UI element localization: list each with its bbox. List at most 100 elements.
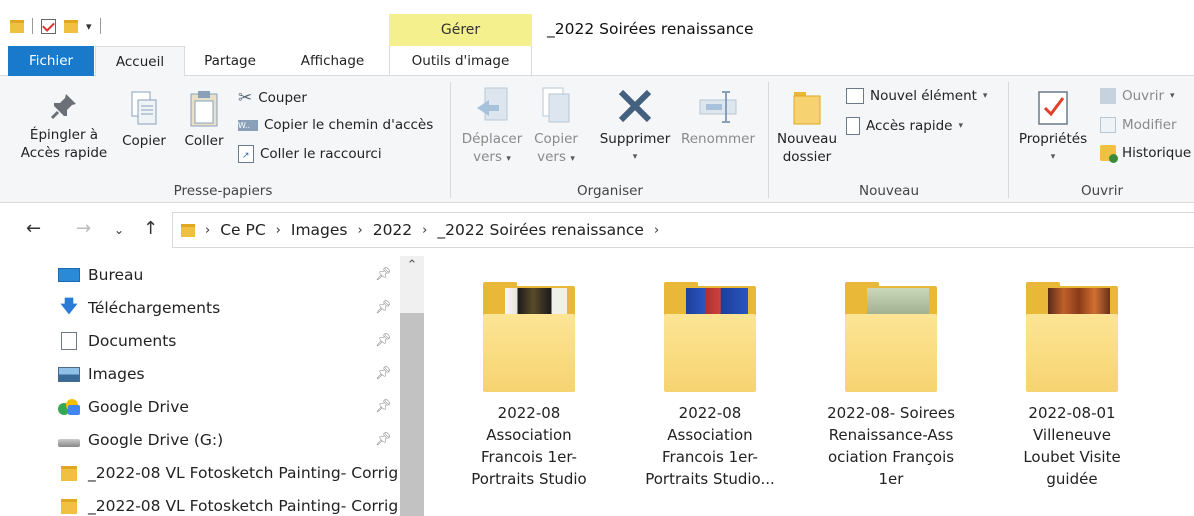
copy-button[interactable]: Copier — [115, 90, 173, 150]
delete-button[interactable]: Supprimer ▾ — [594, 86, 676, 166]
back-arrow-icon[interactable]: ← — [26, 218, 41, 239]
pin-quick-access-button[interactable]: Épingler à Accès rapide — [14, 90, 114, 162]
breadcrumb-separator-icon[interactable]: › — [422, 223, 427, 238]
nav-item-pictures[interactable]: Images — [58, 359, 400, 389]
tab-picture-tools[interactable]: Outils d'image — [389, 46, 532, 76]
folder-item[interactable]: 2022-08-01 Villeneuve Loubet Visite guid… — [996, 282, 1148, 490]
paste-button[interactable]: Coller — [176, 90, 232, 150]
edit-label: Modifier — [1122, 117, 1177, 133]
window-title: _2022 Soirées renaissance — [547, 20, 754, 38]
cut-button[interactable]: ✂ Couper — [238, 88, 307, 108]
nav-item-desktop[interactable]: Bureau — [58, 260, 400, 290]
pin-label-2: Accès rapide — [20, 145, 108, 161]
folder-name-line: 2022-08- Soirees — [827, 404, 955, 422]
nav-item-documents[interactable]: Documents — [58, 326, 400, 356]
address-bar[interactable]: › Ce PC › Images › 2022 › _2022 Soirées … — [172, 212, 1194, 248]
group-separator — [450, 82, 451, 198]
open-label: Ouvrir — [1122, 88, 1165, 104]
new-folder-label-1: Nouveau — [776, 131, 838, 147]
properties-icon — [1038, 91, 1068, 125]
scrollbar-thumb[interactable] — [400, 313, 424, 516]
google-drive-icon — [58, 399, 80, 415]
move-to-button[interactable]: Déplacer vers ▾ — [458, 86, 526, 168]
nav-item-folder[interactable]: _2022-08 VL Fotosketch Painting- Corrig — [58, 491, 400, 516]
navigation-bar: ← → ⌄ ↑ › Ce PC › Images › 2022 › _2022 … — [0, 210, 1194, 248]
open-button[interactable]: Ouvrir ▾ — [1100, 88, 1175, 104]
pin-icon[interactable]: 📌︎ — [375, 366, 392, 381]
folder-front-icon — [845, 314, 937, 392]
title-bar: ▾ Gérer _2022 Soirées renaissance — [0, 0, 1194, 46]
rename-button[interactable]: Renommer — [678, 86, 758, 148]
copy-to-button[interactable]: Copier vers ▾ — [528, 86, 584, 168]
copy-path-button[interactable]: W.. Copier le chemin d'accès — [238, 117, 433, 133]
open-icon — [1100, 88, 1116, 104]
breadcrumb-separator-icon[interactable]: › — [276, 223, 281, 238]
folder-thumbnail — [845, 282, 937, 392]
history-label: Historique — [1122, 145, 1192, 161]
pin-icon[interactable]: 📌︎ — [375, 432, 392, 447]
ribbon-tabs: Fichier Accueil Partage Affichage Outils… — [0, 46, 1194, 77]
up-arrow-icon[interactable]: ↑ — [143, 218, 158, 239]
move-to-icon — [477, 87, 508, 121]
tab-view[interactable]: Affichage — [285, 46, 380, 76]
folder-name-line: Association — [486, 426, 572, 444]
contextual-tab-manage: Gérer — [389, 14, 532, 46]
folder-item[interactable]: 2022-08 Association Francois 1er- Portra… — [453, 282, 605, 490]
folder-thumbnail — [483, 282, 575, 392]
properties-button[interactable]: Propriétés ▾ — [1014, 86, 1092, 166]
nav-item-label: Téléchargements — [88, 299, 221, 317]
breadcrumb-images[interactable]: Images — [291, 221, 348, 239]
folder-icon — [61, 465, 77, 481]
tab-home[interactable]: Accueil — [95, 46, 185, 77]
edit-button[interactable]: Modifier — [1100, 117, 1177, 133]
breadcrumb-separator-icon[interactable]: › — [205, 223, 210, 238]
copy-icon — [131, 91, 157, 125]
folder-name-line: Francois 1er- — [481, 448, 577, 466]
recent-locations-chevron-icon[interactable]: ⌄ — [114, 223, 124, 237]
chevron-down-icon: ▾ — [958, 121, 964, 131]
nav-item-google-drive[interactable]: Google Drive — [58, 392, 400, 422]
nav-item-folder[interactable]: _2022-08 VL Fotosketch Painting- Corrig — [58, 458, 400, 488]
tab-share[interactable]: Partage — [190, 46, 270, 76]
folder-item[interactable]: 2022-08 Association Francois 1er- Portra… — [634, 282, 786, 490]
nav-item-label: Documents — [88, 332, 177, 350]
pin-icon — [50, 94, 76, 120]
nav-item-downloads[interactable]: 🡇 Téléchargements — [58, 293, 400, 323]
pin-icon[interactable]: 📌︎ — [375, 300, 392, 315]
folder-name-line: Portraits Studio — [471, 470, 587, 488]
pin-icon[interactable]: 📌︎ — [375, 267, 392, 282]
folder-item[interactable]: 2022-08- Soirees Renaissance-Ass ociatio… — [815, 282, 967, 490]
download-icon: 🡇 — [60, 296, 78, 317]
move-to-label-2: vers — [473, 149, 503, 165]
paste-shortcut-label: Coller le raccourci — [260, 146, 382, 162]
properties-check-icon[interactable] — [41, 18, 56, 34]
breadcrumb-this-pc[interactable]: Ce PC — [220, 221, 265, 239]
history-button[interactable]: Historique — [1100, 145, 1192, 163]
breadcrumb-current-folder[interactable]: _2022 Soirées renaissance — [437, 221, 644, 239]
new-group: Nouveau dossier Nouvel élément ▾ Accès r… — [770, 76, 1008, 203]
forward-arrow-icon[interactable]: → — [76, 218, 91, 239]
nav-item-label: Google Drive — [88, 398, 189, 416]
folder-name-line: Renaissance-Ass — [828, 426, 954, 444]
customize-toolbar-dropdown-icon[interactable]: ▾ — [86, 20, 92, 33]
nav-item-google-drive-g[interactable]: Google Drive (G:) — [58, 425, 400, 455]
breadcrumb-separator-icon[interactable]: › — [358, 223, 363, 238]
quick-access-button[interactable]: Accès rapide ▾ — [846, 117, 963, 135]
tab-file[interactable]: Fichier — [8, 46, 94, 76]
paste-shortcut-button[interactable]: ↗ Coller le raccourci — [238, 145, 382, 163]
paste-shortcut-icon: ↗ — [238, 145, 254, 163]
new-item-button[interactable]: Nouvel élément ▾ — [846, 88, 987, 104]
move-to-label-1: Déplacer — [461, 131, 523, 147]
folder-thumbnail — [664, 282, 756, 392]
pin-icon[interactable]: 📌︎ — [375, 333, 392, 348]
folder-name-line: Francois 1er- — [662, 448, 758, 466]
folder-front-icon — [483, 314, 575, 392]
breadcrumb-2022[interactable]: 2022 — [373, 221, 412, 239]
scroll-up-chevron-icon[interactable]: ⌃ — [400, 258, 424, 273]
toolbar-separator — [99, 18, 101, 34]
pin-icon[interactable]: 📌︎ — [375, 399, 392, 414]
new-folder-button[interactable]: Nouveau dossier — [772, 86, 842, 166]
pin-label-1: Épingler à — [29, 127, 99, 143]
new-folder-icon[interactable] — [64, 19, 78, 33]
breadcrumb-separator-icon[interactable]: › — [654, 223, 659, 238]
